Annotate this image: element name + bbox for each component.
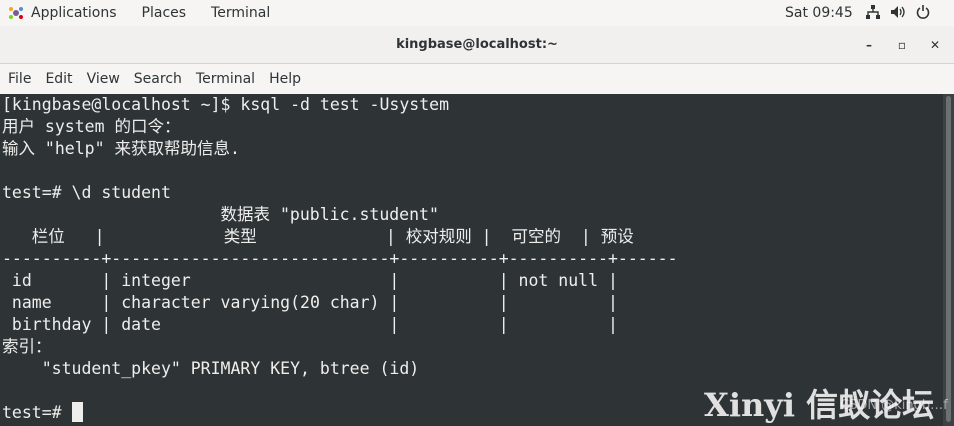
menu-edit[interactable]: Edit (45, 71, 72, 87)
terminal-line: "student_pkey" PRIMARY KEY, btree (id) (2, 359, 420, 378)
terminal-menubar: File Edit View Search Terminal Help (0, 64, 954, 94)
terminal-line: 栏位 | 类型 | 校对规则 | 可空的 | 预设 (2, 227, 634, 246)
window-title-bar[interactable]: kingbase@localhost:~ – ▫ ✕ (0, 26, 954, 64)
terminal-line: ----------+----------------------------+… (2, 249, 678, 268)
terminal-line: test=# \d student (2, 183, 171, 202)
close-button[interactable]: ✕ (926, 36, 944, 54)
text-cursor (71, 402, 83, 422)
terminal-line: id | integer | | not null | (2, 271, 618, 290)
terminal-prompt: test=# (2, 403, 72, 422)
gnome-top-bar: Applications Places Terminal Sat 09:45 (0, 0, 954, 26)
volume-icon (890, 5, 906, 23)
terminal-app-menu[interactable]: Terminal (211, 5, 270, 21)
maximize-button[interactable]: ▫ (893, 36, 911, 54)
watermark-caption: CSDN @kingb…f (840, 398, 948, 413)
applications-menu[interactable]: Applications (8, 5, 142, 21)
terminal-line: [kingbase@localhost ~]$ ksql -d test -Us… (2, 95, 450, 114)
terminal-output[interactable]: [kingbase@localhost ~]$ ksql -d test -Us… (0, 94, 943, 426)
places-menu[interactable]: Places (142, 5, 187, 21)
menu-terminal[interactable]: Terminal (196, 71, 255, 87)
system-tray[interactable] (866, 5, 940, 23)
menu-search[interactable]: Search (134, 71, 182, 87)
minimize-button[interactable]: – (860, 36, 878, 54)
terminal-line: birthday | date | | | (2, 315, 618, 334)
scrollbar-thumb[interactable] (946, 96, 951, 422)
menu-view[interactable]: View (87, 71, 120, 87)
terminal-line: 用户 system 的口令： (2, 117, 181, 136)
applications-label: Applications (31, 5, 117, 21)
applications-icon (8, 5, 24, 21)
window-title: kingbase@localhost:~ (396, 37, 558, 52)
power-icon (916, 5, 930, 23)
menu-help[interactable]: Help (269, 71, 301, 87)
terminal-line: 索引： (2, 337, 52, 356)
network-icon (866, 5, 880, 23)
terminal-line: 数据表 "public.student" (2, 205, 439, 224)
terminal-prompt-line: test=# (2, 402, 83, 424)
menu-file[interactable]: File (8, 71, 31, 87)
terminal-line: name | character varying(20 char) | | | (2, 293, 618, 312)
terminal-scrollbar[interactable] (943, 94, 954, 426)
terminal-line: 输入 "help" 来获取帮助信息. (2, 139, 240, 158)
clock[interactable]: Sat 09:45 (785, 5, 853, 21)
